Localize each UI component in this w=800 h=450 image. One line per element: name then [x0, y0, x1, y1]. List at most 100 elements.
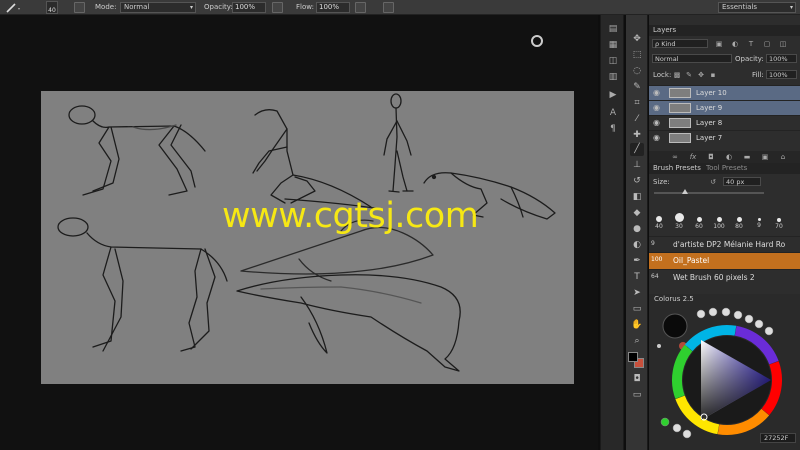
layer-row[interactable]: ◉ Layer 7	[649, 130, 800, 145]
brush-preset-item[interactable]: 100 Oil_Pastel	[649, 252, 800, 269]
layer-blend-select[interactable]: Normal	[652, 54, 732, 63]
actions-icon[interactable]: ▶	[606, 89, 620, 101]
layer-filter-value: ρ Kind	[655, 40, 676, 48]
brush-preset-item[interactable]: 9 d'artiste DP2 Mélanie Hard Ro	[649, 236, 800, 252]
flow-input[interactable]: 100%	[316, 2, 350, 13]
paragraph-icon[interactable]: ¶	[606, 123, 620, 135]
brush-preset-item[interactable]: 64 Wet Brush 60 pixels 2	[649, 269, 800, 285]
adjustment-icon[interactable]: ◐	[725, 153, 733, 161]
brush-tool-icon[interactable]: ╱	[630, 143, 644, 156]
filter-adjustment-icon[interactable]: ◐	[731, 40, 739, 48]
layer-row[interactable]: ◉ Layer 9	[649, 100, 800, 115]
brush-tip[interactable]: 30	[672, 213, 686, 230]
history-icon[interactable]: ▤	[606, 23, 620, 35]
brush-tip[interactable]: 9	[752, 213, 766, 229]
size-slider-handle[interactable]	[682, 189, 688, 194]
brush-tip[interactable]: 100	[712, 213, 726, 230]
quick-select-tool-icon[interactable]: ✎	[630, 81, 644, 94]
tab-brush-presets[interactable]: Brush Presets	[653, 164, 701, 172]
tab-tool-presets[interactable]: Tool Presets	[706, 164, 747, 172]
mask-icon[interactable]: ◘	[707, 153, 715, 161]
properties-icon[interactable]: ▥	[606, 71, 620, 83]
brush-tool-preset-icon[interactable]	[6, 2, 22, 13]
size-label: Size:	[653, 178, 670, 186]
reset-size-icon[interactable]: ↺	[709, 178, 717, 186]
brush-size-field-value: 40 px	[726, 178, 745, 186]
marquee-tool-icon[interactable]: ⬚	[630, 49, 644, 62]
eye-icon[interactable]: ◉	[653, 89, 663, 97]
filter-type-icon[interactable]: T	[747, 40, 755, 48]
eye-icon[interactable]: ◉	[653, 134, 663, 142]
lock-all-icon[interactable]: ▪	[709, 71, 717, 79]
zoom-tool-icon[interactable]: ⌕	[630, 335, 644, 348]
eye-icon[interactable]: ◉	[653, 104, 663, 112]
brush-tip[interactable]: 80	[732, 213, 746, 230]
opacity-label: Opacity:	[204, 3, 233, 11]
hand-tool-icon[interactable]: ✋	[630, 319, 644, 332]
dodge-tool-icon[interactable]: ◐	[630, 239, 644, 252]
brush-tip-size: 100	[713, 223, 725, 230]
quick-mask-icon[interactable]: ◘	[630, 373, 644, 386]
brush-tip[interactable]: 70	[772, 213, 786, 230]
layer-filter-select[interactable]: ρ Kind	[652, 39, 708, 48]
right-panels: Layers ρ Kind ▣ ◐ T ▢ ◫ Normal Opacity: …	[649, 15, 800, 450]
flow-value: 100%	[319, 3, 340, 11]
workspace-select[interactable]: Essentials ▾	[718, 2, 796, 13]
hex-color-input[interactable]: 27252F	[760, 433, 796, 443]
swatches-icon[interactable]: ▦	[606, 39, 620, 51]
shape-tool-icon[interactable]: ▭	[630, 303, 644, 316]
rotate-view-icon[interactable]	[531, 35, 543, 47]
mode-select[interactable]: Normal ▾	[120, 2, 196, 13]
group-icon[interactable]: ▬	[743, 153, 751, 161]
paint-bucket-tool-icon[interactable]: ◆	[630, 207, 644, 220]
new-layer-icon[interactable]: ▣	[761, 153, 769, 161]
navigator-icon[interactable]: ◫	[606, 55, 620, 67]
layer-row[interactable]: ◉ Layer 8	[649, 115, 800, 130]
brush-preset-thumb-number: 100	[651, 256, 663, 263]
history-brush-tool-icon[interactable]: ↺	[630, 175, 644, 188]
filter-shape-icon[interactable]: ▢	[763, 40, 771, 48]
eraser-tool-icon[interactable]: ◧	[630, 191, 644, 204]
eyedropper-tool-icon[interactable]: ⁄	[630, 113, 644, 126]
pressure-opacity-icon[interactable]	[272, 2, 283, 13]
pen-tool-icon[interactable]: ✒	[630, 255, 644, 268]
character-icon[interactable]: A	[606, 107, 620, 119]
crop-tool-icon[interactable]: ⌗	[630, 97, 644, 110]
filter-pixel-icon[interactable]: ▣	[715, 40, 723, 48]
fill-input[interactable]: 100%	[766, 70, 797, 79]
blur-tool-icon[interactable]: ●	[630, 223, 644, 236]
colorus-wheel[interactable]	[649, 294, 800, 450]
lock-position-icon[interactable]: ✥	[697, 71, 705, 79]
toggle-brush-panel-icon[interactable]	[74, 2, 85, 13]
healing-brush-tool-icon[interactable]: ✚	[630, 129, 644, 142]
eye-icon[interactable]: ◉	[653, 119, 663, 127]
lock-transparent-icon[interactable]: ▩	[673, 71, 681, 79]
brush-size-picker[interactable]: 40	[46, 1, 58, 14]
foreground-color-swatch[interactable]	[628, 352, 638, 362]
lock-pixels-icon[interactable]: ✎	[685, 71, 693, 79]
clone-stamp-tool-icon[interactable]: ⊥	[630, 159, 644, 172]
lasso-tool-icon[interactable]: ◌	[630, 65, 644, 78]
pressure-size-icon[interactable]	[383, 2, 394, 13]
brush-tip[interactable]: 40	[652, 213, 666, 230]
document-canvas[interactable]	[41, 91, 574, 384]
size-slider[interactable]	[654, 189, 764, 194]
brush-tip[interactable]: 60	[692, 213, 706, 230]
opacity-input[interactable]: 100%	[232, 2, 266, 13]
airbrush-icon[interactable]	[355, 2, 366, 13]
brush-tip-preview	[777, 218, 781, 222]
move-tool-icon[interactable]: ✥	[630, 33, 644, 46]
layer-opacity-input[interactable]: 100%	[766, 54, 797, 63]
layer-thumbnail	[669, 118, 691, 128]
type-tool-icon[interactable]: T	[630, 271, 644, 284]
link-icon[interactable]: ∞	[671, 153, 679, 161]
path-select-tool-icon[interactable]: ➤	[630, 287, 644, 300]
fx-icon[interactable]: fx	[689, 153, 697, 161]
brush-size-input[interactable]: 40 px	[723, 177, 761, 186]
screen-mode-icon[interactable]: ▭	[630, 389, 644, 402]
tab-layers[interactable]: Layers	[653, 26, 676, 34]
filter-smart-object-icon[interactable]: ◫	[779, 40, 787, 48]
trash-icon[interactable]: ⌂	[779, 153, 787, 161]
layers-tab-row: Layers	[649, 25, 800, 36]
layer-row[interactable]: ◉ Layer 10	[649, 85, 800, 100]
